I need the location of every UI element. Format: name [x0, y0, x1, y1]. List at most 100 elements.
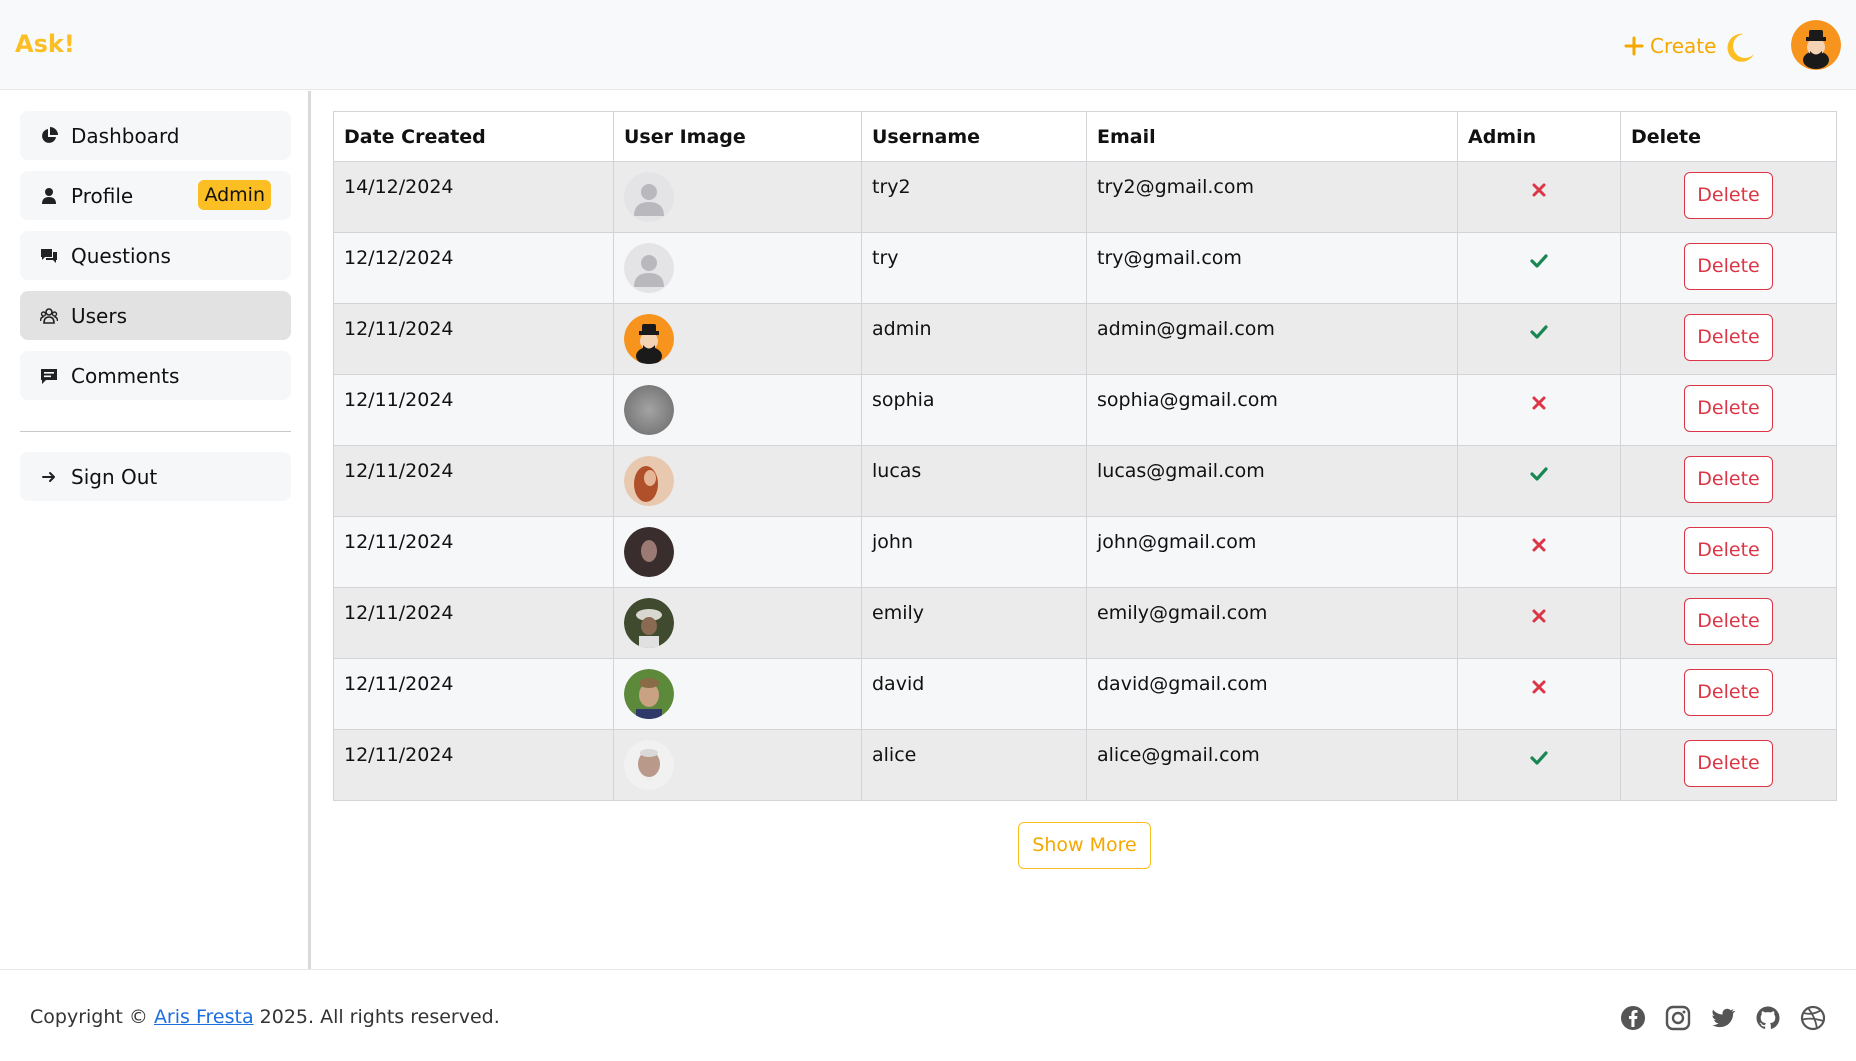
copyright-suffix: 2025. All rights reserved. [259, 1006, 500, 1028]
footer: Copyright © Aris Fresta 2025. All rights… [0, 969, 1856, 1061]
chat-bubbles-icon [41, 248, 57, 263]
sidebar-item-dashboard[interactable]: Dashboard [20, 111, 291, 160]
blurred-photo-icon [624, 527, 674, 577]
admin-cell [1457, 161, 1621, 233]
date-cell: 12/11/2024 [333, 303, 614, 375]
sidebar-item-label: Dashboard [71, 123, 180, 148]
delete-button[interactable]: Delete [1684, 598, 1773, 645]
role-badge: Admin [198, 180, 271, 210]
avatar-cell [613, 303, 862, 375]
delete-cell: Delete [1620, 161, 1837, 233]
delete-cell: Delete [1620, 516, 1837, 588]
sidebar-item-profile[interactable]: Profile Admin [20, 171, 291, 220]
avatar-cell [613, 161, 862, 233]
date-cell: 12/11/2024 [333, 658, 614, 730]
sidebar-item-label: Users [71, 303, 128, 328]
top-navbar: Ask! Create [0, 0, 1856, 90]
check-icon [1530, 467, 1548, 481]
email-cell: admin@gmail.com [1086, 303, 1458, 375]
avatar-illustration-icon [624, 314, 674, 364]
column-header-admin[interactable]: Admin [1457, 111, 1621, 162]
delete-cell: Delete [1620, 729, 1837, 801]
admin-cell [1457, 374, 1621, 446]
pie-chart-icon [42, 126, 58, 143]
delete-button[interactable]: Delete [1684, 669, 1773, 716]
column-header-email[interactable]: Email [1086, 111, 1458, 162]
username-cell: john [861, 516, 1087, 588]
column-header-image[interactable]: User Image [613, 111, 862, 162]
cross-icon [1532, 680, 1546, 694]
username-cell: lucas [861, 445, 1087, 517]
author-link[interactable]: Aris Fresta [154, 1006, 254, 1028]
instagram-icon[interactable] [1665, 1005, 1691, 1031]
date-cell: 12/12/2024 [333, 232, 614, 304]
github-icon[interactable] [1755, 1005, 1781, 1031]
sidebar-item-questions[interactable]: Questions [20, 231, 291, 280]
avatar [624, 314, 674, 364]
default-user-icon [624, 172, 674, 222]
username-cell: david [861, 658, 1087, 730]
email-cell: try@gmail.com [1086, 232, 1458, 304]
delete-button[interactable]: Delete [1684, 172, 1773, 219]
avatar [624, 243, 674, 293]
cross-icon [1532, 609, 1546, 623]
date-cell: 12/11/2024 [333, 374, 614, 446]
delete-cell: Delete [1620, 303, 1837, 375]
check-icon [1530, 751, 1548, 765]
sign-out-label: Sign Out [71, 464, 158, 489]
avatar [624, 385, 674, 435]
delete-cell: Delete [1620, 445, 1837, 517]
delete-button[interactable]: Delete [1684, 243, 1773, 290]
table-row: 12/11/2024 david david@gmail.com Delete [333, 658, 1837, 730]
sidebar: Dashboard Profile Admin Questions Users … [0, 91, 311, 969]
sidebar-divider [20, 431, 291, 432]
email-cell: alice@gmail.com [1086, 729, 1458, 801]
cross-icon [1532, 396, 1546, 410]
sidebar-item-label: Comments [71, 363, 180, 388]
facebook-icon[interactable] [1620, 1005, 1646, 1031]
username-cell: alice [861, 729, 1087, 801]
sidebar-item-label: Questions [71, 243, 171, 268]
show-more-button[interactable]: Show More [1018, 822, 1151, 869]
sidebar-item-comments[interactable]: Comments [20, 351, 291, 400]
date-cell: 14/12/2024 [333, 161, 614, 233]
delete-button[interactable]: Delete [1684, 314, 1773, 361]
sidebar-item-users[interactable]: Users [20, 291, 291, 340]
blurred-photo-icon [624, 598, 674, 648]
dark-mode-toggle[interactable] [1722, 30, 1758, 66]
users-table: Date Created User Image Username Email A… [333, 111, 1837, 801]
dribbble-icon[interactable] [1800, 1005, 1826, 1031]
column-header-username[interactable]: Username [861, 111, 1087, 162]
avatar-cell [613, 374, 862, 446]
delete-button[interactable]: Delete [1684, 456, 1773, 503]
table-row: 12/12/2024 try try@gmail.com Delete [333, 232, 1837, 304]
delete-button[interactable]: Delete [1684, 740, 1773, 787]
email-cell: emily@gmail.com [1086, 587, 1458, 659]
table-row: 12/11/2024 emily emily@gmail.com Delete [333, 587, 1837, 659]
plus-icon [1624, 36, 1644, 56]
delete-cell: Delete [1620, 658, 1837, 730]
create-label: Create [1650, 34, 1717, 58]
comment-icon [41, 368, 57, 384]
avatar [624, 456, 674, 506]
sign-out-button[interactable]: Sign Out [20, 452, 291, 501]
column-header-delete[interactable]: Delete [1620, 111, 1837, 162]
username-cell: emily [861, 587, 1087, 659]
avatar [624, 172, 674, 222]
twitter-icon[interactable] [1710, 1005, 1736, 1031]
create-button[interactable]: Create [1624, 32, 1716, 60]
email-cell: john@gmail.com [1086, 516, 1458, 588]
brand-logo[interactable]: Ask! [15, 30, 75, 58]
username-cell: try2 [861, 161, 1087, 233]
user-avatar[interactable] [1791, 20, 1841, 70]
avatar-cell [613, 445, 862, 517]
delete-button[interactable]: Delete [1684, 385, 1773, 432]
avatar-cell [613, 232, 862, 304]
table-row: 12/11/2024 lucas lucas@gmail.com Delete [333, 445, 1837, 517]
delete-button[interactable]: Delete [1684, 527, 1773, 574]
column-header-date[interactable]: Date Created [333, 111, 614, 162]
email-cell: try2@gmail.com [1086, 161, 1458, 233]
table-row: 12/11/2024 sophia sophia@gmail.com Delet… [333, 374, 1837, 446]
avatar [624, 669, 674, 719]
default-user-icon [624, 243, 674, 293]
